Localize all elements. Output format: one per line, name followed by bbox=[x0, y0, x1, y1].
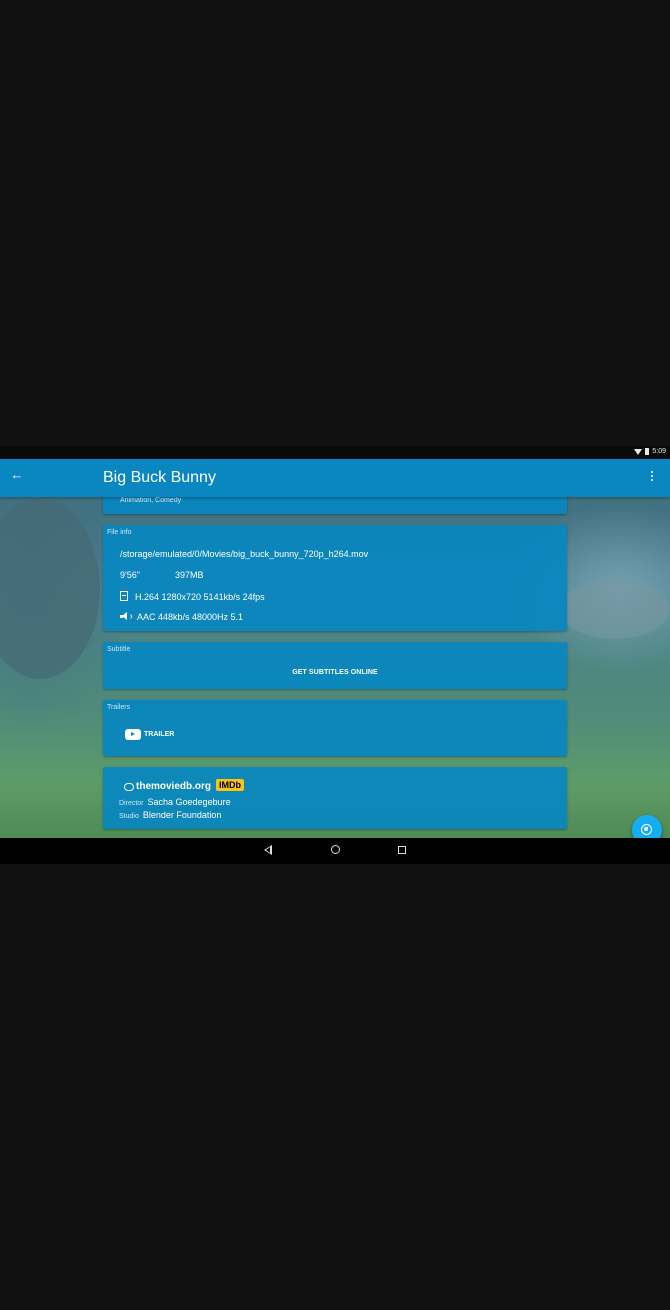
film-icon bbox=[120, 591, 128, 601]
play-resume-icon bbox=[641, 824, 652, 835]
studio-value: Blender Foundation bbox=[142, 810, 222, 820]
background-scenery-house bbox=[560, 579, 670, 639]
tmdb-logo-text: themoviedb.org bbox=[136, 781, 212, 792]
metadata-card: themoviedb.org IMDb Director Sacha Goedeg… bbox=[103, 767, 567, 829]
director-row: Director Sacha Goedegebure bbox=[119, 797, 231, 807]
wifi-icon bbox=[634, 448, 643, 455]
status-time: 5:09 bbox=[652, 448, 666, 455]
subtitle-card: Subtitle GET SUBTITLES ONLINE bbox=[103, 642, 567, 689]
nav-recents-icon[interactable] bbox=[398, 846, 406, 854]
file-duration: 9'56" bbox=[120, 570, 140, 580]
status-icons: 5:09 bbox=[634, 448, 666, 455]
imdb-logo[interactable]: IMDb bbox=[216, 779, 244, 791]
nav-back-icon[interactable] bbox=[264, 845, 272, 855]
device-screen: 5:09 ← Big Buck Bunny Animation, Comedy … bbox=[0, 446, 670, 864]
subtitle-label: Subtitle bbox=[107, 646, 131, 653]
more-vert-icon bbox=[651, 471, 653, 473]
details-content[interactable]: ← Big Buck Bunny Animation, Comedy File … bbox=[0, 459, 670, 838]
audio-info-text: AAC 448kb/s 48000Hz 5.1 bbox=[137, 612, 244, 622]
video-info: H.264 1280x720 5141kb/s 24fps bbox=[120, 591, 265, 602]
background-scenery bbox=[0, 499, 100, 679]
studio-key: Studio bbox=[119, 813, 139, 820]
page-title: Big Buck Bunny bbox=[103, 469, 216, 486]
tmdb-mark-icon bbox=[124, 782, 134, 791]
video-info-text: H.264 1280x720 5141kb/s 24fps bbox=[135, 592, 265, 602]
battery-icon bbox=[645, 448, 650, 455]
trailer-button[interactable]: TRAILER bbox=[125, 729, 174, 740]
nav-home-icon[interactable] bbox=[331, 845, 340, 854]
back-button[interactable]: ← bbox=[8, 466, 26, 484]
director-key: Director bbox=[119, 800, 144, 807]
get-subtitles-online-button[interactable]: GET SUBTITLES ONLINE bbox=[103, 669, 567, 676]
file-path: /storage/emulated/0/Movies/big_buck_bunn… bbox=[120, 549, 369, 559]
genres-text: Animation, Comedy bbox=[120, 497, 182, 504]
trailer-button-label: TRAILER bbox=[144, 731, 175, 738]
file-info-card: File info /storage/emulated/0/Movies/big… bbox=[103, 525, 567, 631]
trailers-card: Trailers TRAILER bbox=[103, 700, 567, 756]
file-info-label: File info bbox=[107, 529, 132, 536]
trailers-label: Trailers bbox=[107, 704, 131, 711]
navigation-bar bbox=[0, 838, 670, 864]
audio-info: AAC 448kb/s 48000Hz 5.1 bbox=[120, 612, 243, 622]
more-options-button[interactable] bbox=[646, 467, 658, 485]
arrow-left-icon: ← bbox=[10, 467, 24, 482]
app-bar: ← Big Buck Bunny bbox=[0, 459, 670, 497]
speaker-icon bbox=[120, 612, 132, 621]
tmdb-logo[interactable]: themoviedb.org bbox=[124, 781, 211, 792]
file-size: 397MB bbox=[174, 570, 204, 580]
youtube-play-icon bbox=[125, 729, 141, 740]
file-duration-size: 9'56" 397MB bbox=[120, 570, 204, 580]
studio-row: Studio Blender Foundation bbox=[119, 810, 221, 820]
director-value: Sacha Goedegebure bbox=[147, 797, 231, 807]
play-fab-button[interactable] bbox=[632, 815, 662, 838]
status-bar: 5:09 bbox=[0, 446, 670, 459]
